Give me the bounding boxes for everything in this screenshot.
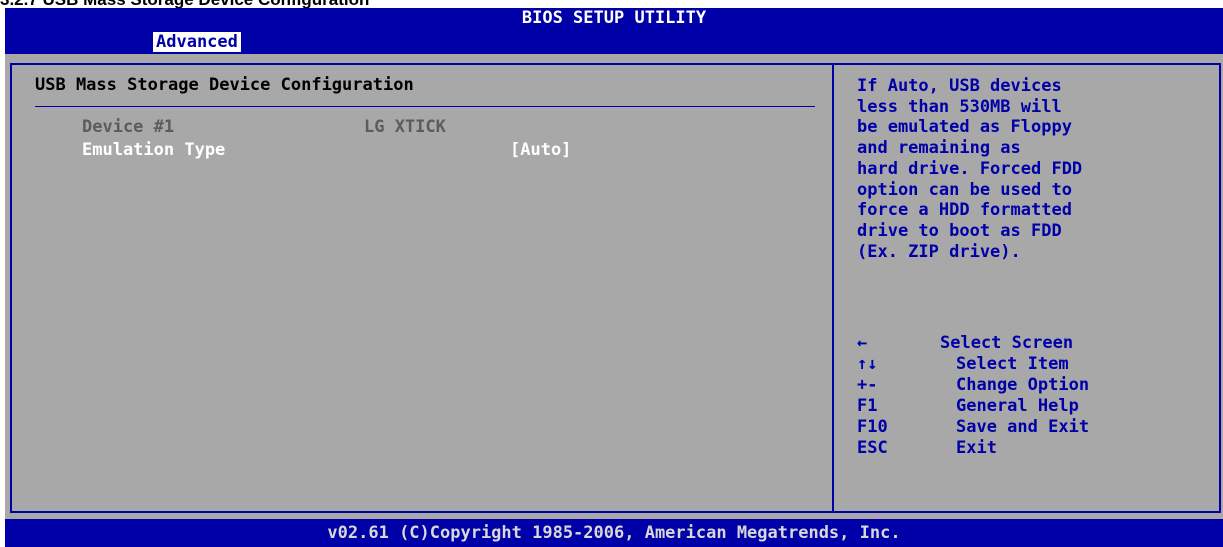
help-line: be emulated as Floppy bbox=[857, 117, 1072, 138]
help-line: option can be used to bbox=[857, 179, 1072, 200]
help-line: If Auto, USB devices bbox=[857, 76, 1062, 96]
up-down-arrow-icon: ↑↓ bbox=[857, 354, 878, 374]
help-text: If Auto, USB devices less than 530MB wil… bbox=[857, 76, 1217, 262]
key-exit: ESC Exit bbox=[857, 438, 1217, 459]
section-title: USB Mass Storage Device Configuration bbox=[35, 75, 414, 95]
key-name: ESC bbox=[857, 438, 888, 458]
emulation-type-label[interactable]: Emulation Type bbox=[82, 140, 225, 160]
key-name: F10 bbox=[857, 417, 888, 437]
key-select-item: ↑↓ Select Item bbox=[857, 354, 1217, 375]
tab-advanced[interactable]: Advanced bbox=[153, 32, 241, 52]
device-label: Device #1 bbox=[82, 117, 175, 137]
key-desc: Save and Exit bbox=[956, 417, 1090, 437]
copyright-footer: v02.61 (C)Copyright 1985-2006, American … bbox=[5, 519, 1223, 547]
key-desc: Change Option bbox=[956, 375, 1090, 395]
bios-screen: USB Mass Storage Device Configuration De… bbox=[5, 54, 1223, 519]
help-line: drive to boot as FDD bbox=[857, 220, 1062, 241]
help-line: less than 530MB will bbox=[857, 96, 1062, 117]
help-line: (Ex. ZIP drive). bbox=[857, 241, 1021, 262]
section-title-rule bbox=[35, 106, 815, 107]
menu-bar: Advanced bbox=[5, 30, 1223, 54]
key-desc: Exit bbox=[956, 438, 997, 458]
bios-title-bar: BIOS SETUP UTILITY bbox=[5, 8, 1223, 30]
help-line: hard drive. Forced FDD bbox=[857, 158, 1083, 179]
key-select-screen: ← Select Screen bbox=[857, 333, 1217, 354]
key-save-exit: F10 Save and Exit bbox=[857, 417, 1217, 438]
key-desc: Select Screen bbox=[940, 333, 1074, 353]
key-general-help: F1 General Help bbox=[857, 396, 1217, 417]
left-arrow-icon: ← bbox=[857, 333, 868, 353]
plus-minus-icon: +- bbox=[857, 375, 878, 395]
key-desc: General Help bbox=[956, 396, 1079, 416]
key-legend: ← Select Screen ↑↓ Select Item +- Change… bbox=[857, 333, 1217, 459]
key-change-option: +- Change Option bbox=[857, 375, 1217, 396]
help-line: force a HDD formatted bbox=[857, 200, 1072, 221]
emulation-type-value[interactable]: [Auto] bbox=[510, 140, 571, 160]
key-desc: Select Item bbox=[956, 354, 1069, 374]
key-name: F1 bbox=[857, 396, 878, 416]
device-name: LG XTICK bbox=[364, 117, 446, 137]
help-line: and remaining as bbox=[857, 138, 1021, 159]
document-heading: 3.2.7 USB Mass Storage Device Configurat… bbox=[0, 0, 369, 8]
